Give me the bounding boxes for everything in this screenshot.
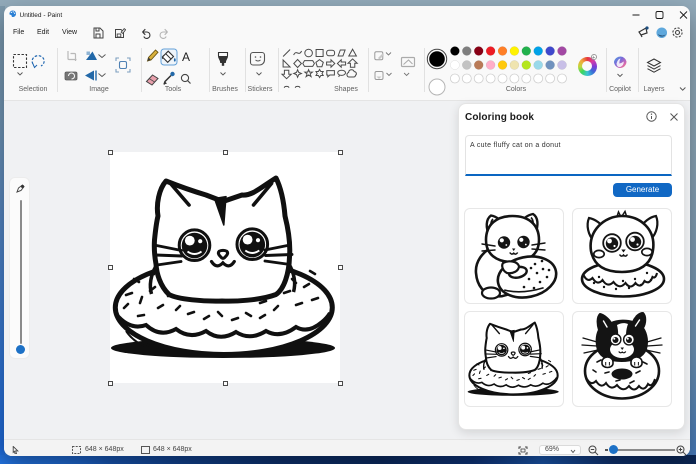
svg-text:A: A	[182, 50, 190, 64]
